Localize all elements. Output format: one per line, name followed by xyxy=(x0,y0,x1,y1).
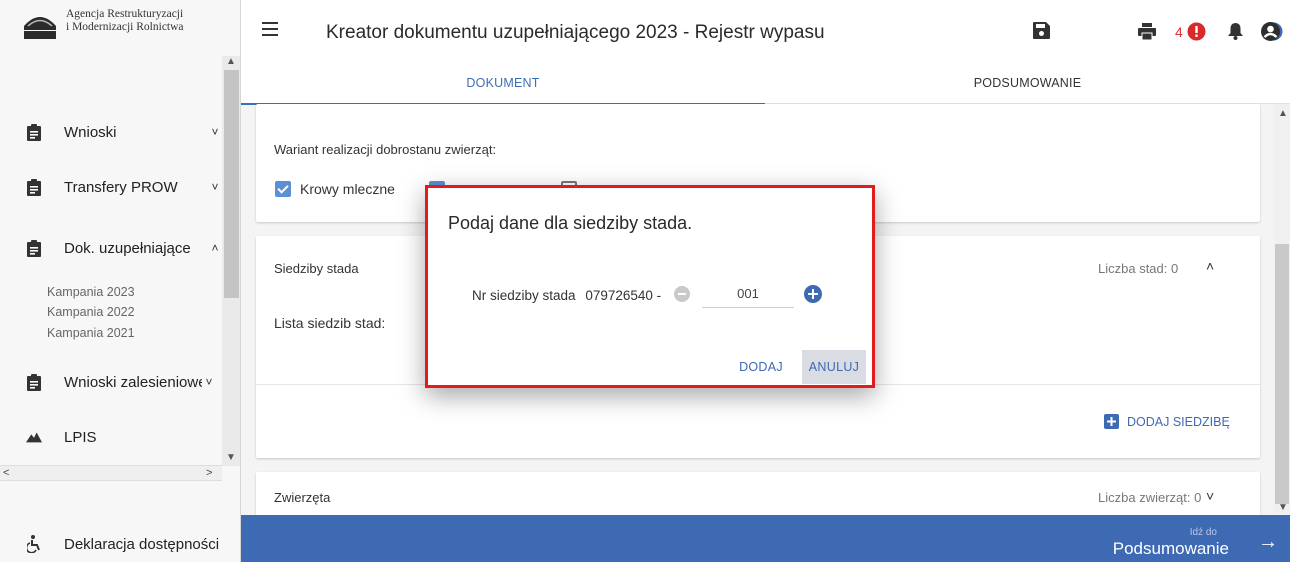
sidebar-subitem-kampania-2021[interactable]: Kampania 2021 xyxy=(47,326,135,340)
logo-line-1: Agencja Restrukturyzacji xyxy=(66,8,184,20)
sidebar: Agencja Restrukturyzacji i Modernizacji … xyxy=(0,0,241,562)
chevron-down-icon: ˅ xyxy=(211,180,219,194)
chevron-down-icon: ˅ xyxy=(205,375,213,389)
clipboard-icon xyxy=(26,178,42,196)
add-box-icon xyxy=(1104,414,1119,429)
herd-number-input[interactable] xyxy=(702,280,794,308)
animals-count: Liczba zwierząt: 0 xyxy=(1098,490,1202,505)
increment-icon[interactable] xyxy=(804,285,822,303)
main-scrollbar-thumb[interactable] xyxy=(1275,244,1289,504)
account-circle-icon[interactable] xyxy=(1260,21,1281,47)
tab-podsumowanie[interactable]: PODSUMOWANIE xyxy=(765,62,1290,104)
herd-number-prefix: 079726540 - xyxy=(585,288,662,303)
tab-bar: DOKUMENT PODSUMOWANIE xyxy=(241,62,1290,105)
footer-summary-label: Podsumowanie xyxy=(1112,539,1229,558)
sidebar-item-wnioski[interactable]: Wnioski ˅ xyxy=(26,120,222,144)
add-herd-button[interactable]: DODAJ SIEDZIBĘ xyxy=(1104,414,1230,429)
herd-number-label: Nr siedziby stada 079726540 - xyxy=(472,288,661,303)
bell-icon[interactable] xyxy=(1228,22,1248,42)
app-header: Kreator dokumentu uzupełniającego 2023 -… xyxy=(241,0,1290,62)
tab-dokument[interactable]: DOKUMENT xyxy=(241,62,765,105)
logo[interactable]: Agencja Restrukturyzacji i Modernizacji … xyxy=(22,6,222,46)
checkbox-krowy-mleczne[interactable] xyxy=(275,181,291,197)
checkbox-label: Krowy mleczne xyxy=(300,181,395,197)
chevron-down-icon: ˅ xyxy=(211,125,219,139)
footer-goto-label: Idź do xyxy=(1189,527,1217,538)
sidebar-item-deklaracja-dostepnosci[interactable]: Deklaracja dostępności xyxy=(26,532,222,556)
clipboard-icon xyxy=(26,373,42,391)
scroll-up-icon[interactable]: ▲ xyxy=(226,56,236,67)
scroll-left-icon[interactable]: < xyxy=(3,467,9,479)
chevron-up-icon[interactable]: ˄ xyxy=(1206,258,1214,274)
arimr-logo-icon xyxy=(22,6,58,40)
main-scroll-up-icon[interactable]: ▲ xyxy=(1278,108,1288,119)
sidebar-subitem-kampania-2022[interactable]: Kampania 2022 xyxy=(47,305,135,319)
sidebar-scrollbar-thumb[interactable] xyxy=(224,70,239,298)
main-scroll-down-icon[interactable]: ▼ xyxy=(1278,502,1288,513)
decrement-icon[interactable] xyxy=(674,286,690,302)
sidebar-item-dok-uzupelniajace[interactable]: Dok. uzupełniające ˄ xyxy=(26,236,222,260)
chevron-down-icon[interactable]: ˅ xyxy=(1206,488,1214,504)
herd-dialog: Podaj dane dla siedziby stada. Nr siedzi… xyxy=(425,185,875,388)
sidebar-item-label: Dok. uzupełniające xyxy=(64,239,191,257)
animals-section-title: Zwierzęta xyxy=(274,490,331,505)
clipboard-icon xyxy=(26,239,42,257)
add-herd-label: DODAJ SIEDZIBĘ xyxy=(1127,414,1230,429)
logo-text: Agencja Restrukturyzacji i Modernizacji … xyxy=(66,6,184,34)
herd-list-label: Lista siedzib stad: xyxy=(274,315,386,331)
sidebar-horizontal-scrollbar[interactable]: < > xyxy=(0,465,222,481)
scroll-down-icon[interactable]: ▼ xyxy=(226,452,236,463)
accessibility-icon xyxy=(26,535,42,553)
chevron-up-icon: ˄ xyxy=(211,241,219,255)
footer-navigation[interactable]: Idź do Podsumowanie → xyxy=(241,515,1290,562)
sidebar-subitem-kampania-2023[interactable]: Kampania 2023 xyxy=(47,285,135,299)
page-title: Kreator dokumentu uzupełniającego 2023 -… xyxy=(326,22,825,43)
herd-number-field-label: Nr siedziby stada xyxy=(472,288,576,303)
sidebar-item-label: Deklaracja dostępności xyxy=(64,535,220,553)
sidebar-item-label: Transfery PROW xyxy=(64,178,178,196)
sidebar-item-label: Wnioski xyxy=(64,123,117,141)
sidebar-item-label: Wnioski zalesieniowe xyxy=(64,373,202,391)
dialog-title: Podaj dane dla siedziby stada. xyxy=(448,213,693,233)
variant-label: Wariant realizacji dobrostanu zwierząt: xyxy=(274,142,497,157)
mountain-icon xyxy=(26,428,42,446)
print-icon[interactable] xyxy=(1138,23,1158,43)
sidebar-item-label: LPIS xyxy=(64,428,97,446)
error-icon[interactable] xyxy=(1187,22,1207,42)
logo-line-2: i Modernizacji Rolnictwa xyxy=(66,21,184,33)
cancel-button[interactable]: ANULUJ xyxy=(802,350,866,384)
scroll-right-icon[interactable]: > xyxy=(206,467,212,479)
herd-count: Liczba stad: 0 xyxy=(1098,261,1179,276)
herd-section-title: Siedziby stada xyxy=(274,261,359,276)
sidebar-item-transfery-prow[interactable]: Transfery PROW ˅ xyxy=(26,175,222,199)
menu-icon[interactable] xyxy=(262,22,278,36)
clipboard-icon xyxy=(26,123,42,141)
notification-count: 4 xyxy=(1175,24,1183,40)
sidebar-item-lpis[interactable]: LPIS xyxy=(26,425,222,449)
arrow-right-icon[interactable]: → xyxy=(1258,531,1278,554)
sidebar-item-wnioski-zalesieniowe[interactable]: Wnioski zalesieniowe ˅ xyxy=(26,370,222,394)
add-button[interactable]: DODAJ xyxy=(733,350,789,384)
save-icon[interactable] xyxy=(1033,22,1053,42)
